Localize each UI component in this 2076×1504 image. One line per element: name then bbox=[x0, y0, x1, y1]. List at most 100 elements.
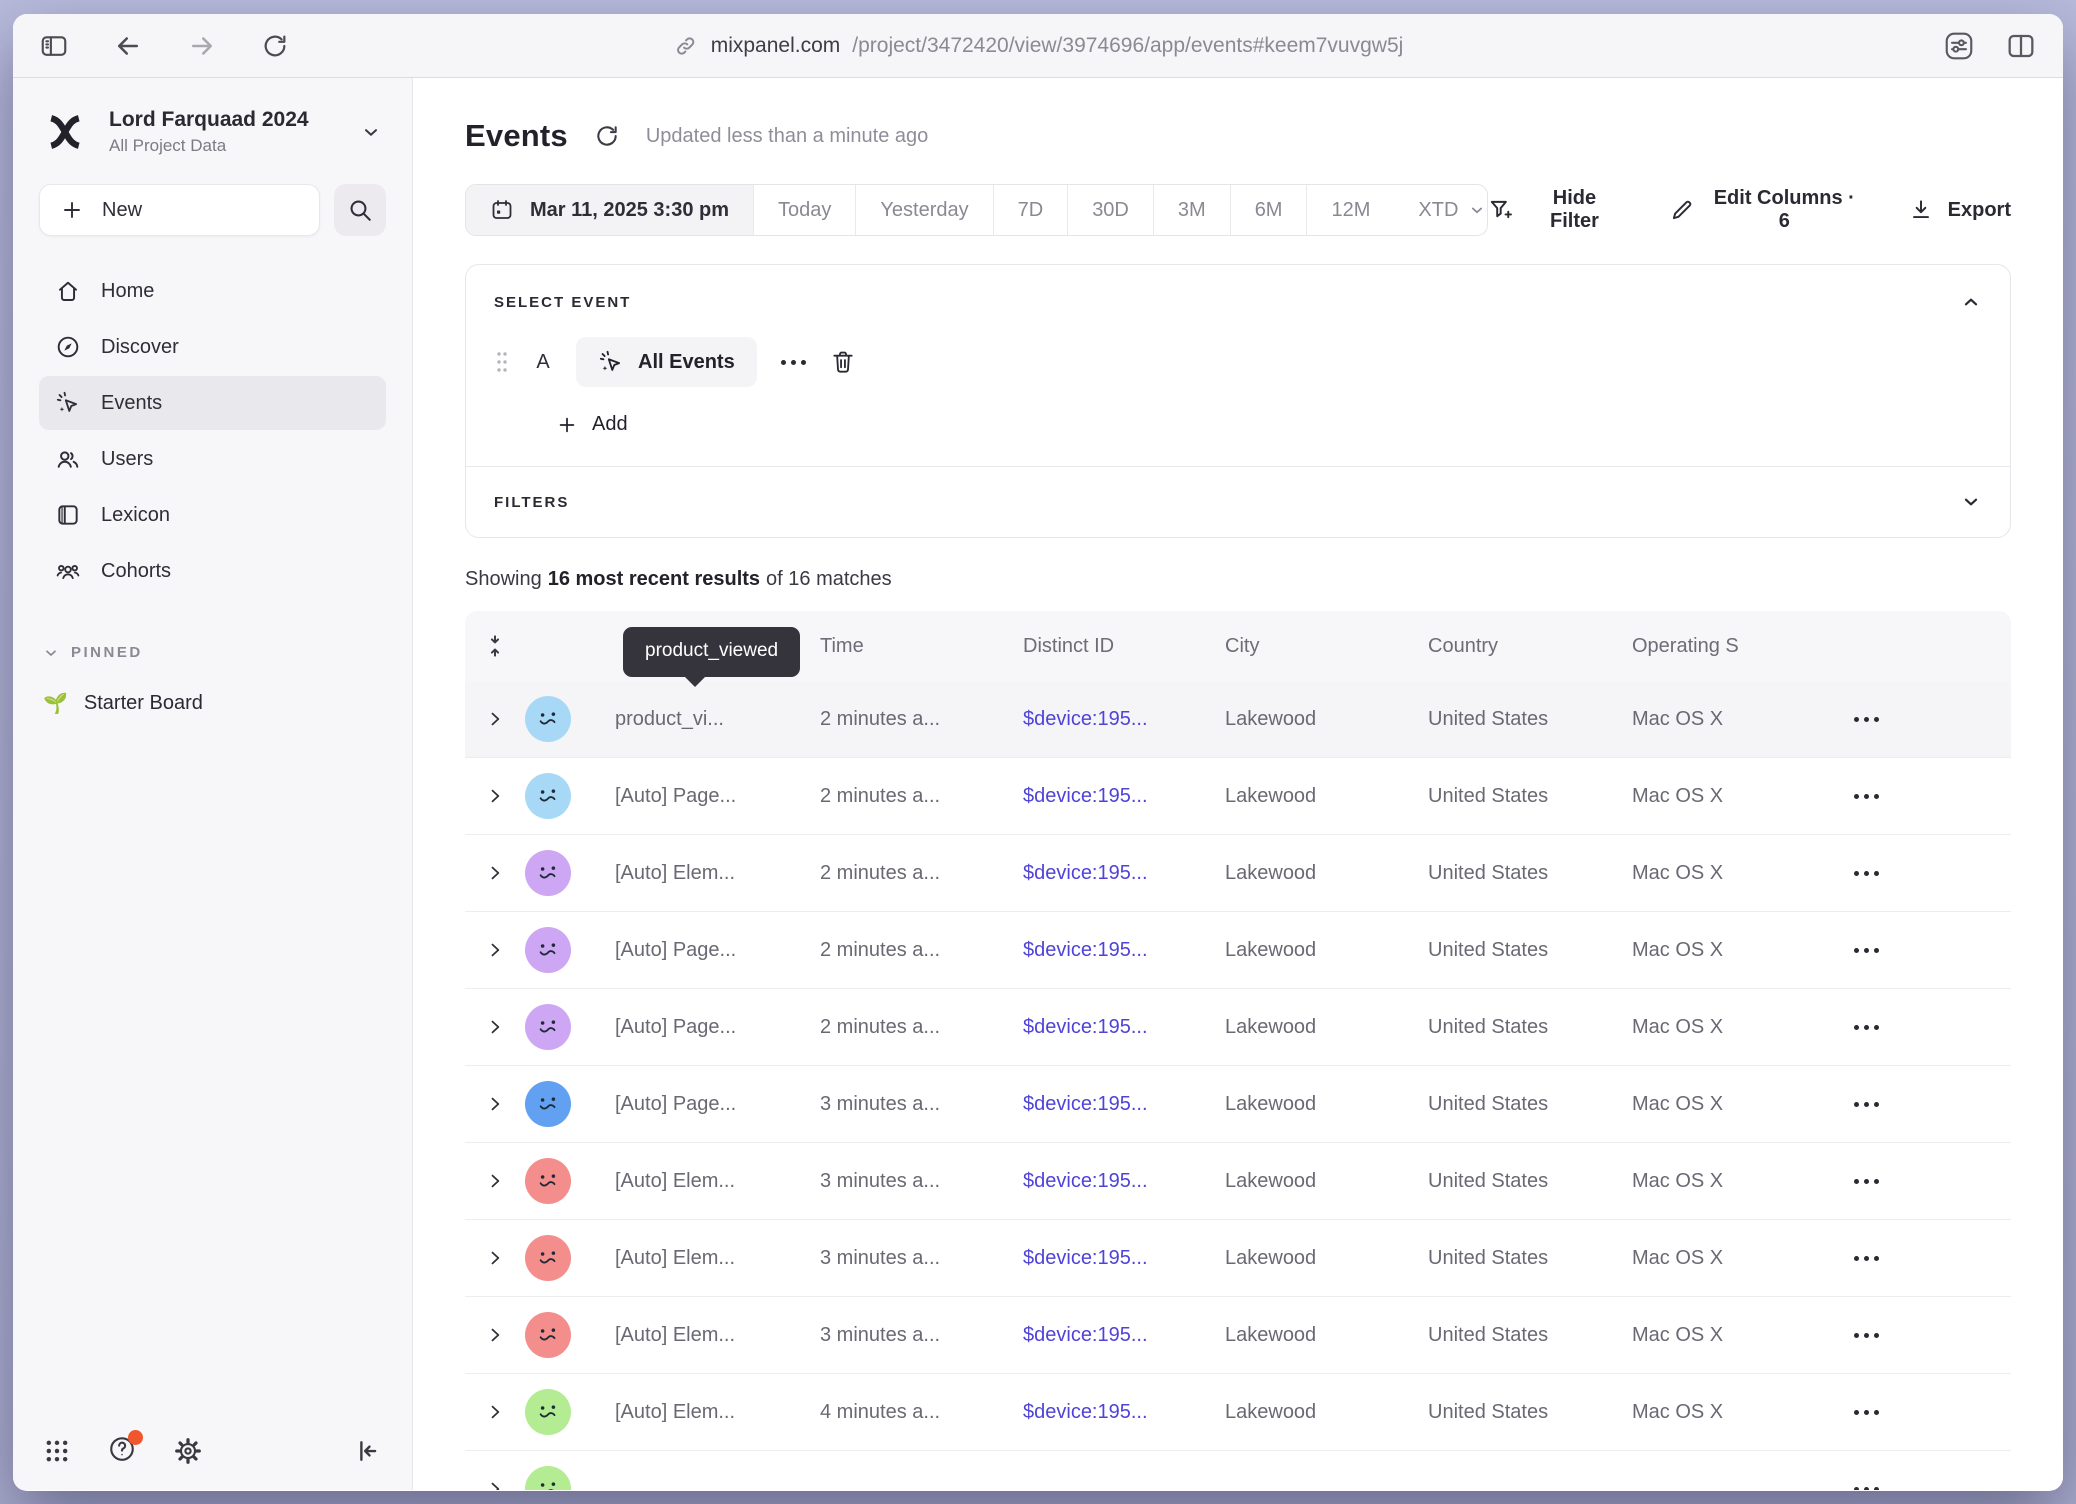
expand-row-chevron-icon[interactable] bbox=[485, 1017, 505, 1037]
cell-event-name[interactable]: [Auto] Elem... bbox=[615, 1247, 820, 1270]
collapse-section-chevron-up-icon[interactable] bbox=[1960, 291, 1982, 313]
browser-forward-icon[interactable] bbox=[187, 31, 217, 61]
row-actions-ellipsis-icon[interactable] bbox=[1854, 1410, 1879, 1415]
sidebar-item-home[interactable]: Home bbox=[39, 264, 386, 318]
column-header-distinct-id[interactable]: Distinct ID bbox=[1023, 635, 1225, 658]
settings-gear-icon[interactable] bbox=[173, 1436, 203, 1466]
event-more-options-icon[interactable] bbox=[781, 360, 806, 365]
table-row[interactable]: [Auto] Elem... 3 minutes a... $device:19… bbox=[465, 1220, 2011, 1297]
expand-row-chevron-icon[interactable] bbox=[485, 1094, 505, 1114]
address-bar[interactable]: mixpanel.com/project/3472420/view/397469… bbox=[673, 33, 1404, 59]
date-range-segment[interactable]: 30D bbox=[1068, 185, 1154, 235]
add-event-button[interactable]: Add bbox=[556, 413, 628, 436]
cell-event-name[interactable]: [Auto] Elem... bbox=[615, 1170, 820, 1193]
apps-grid-icon[interactable] bbox=[43, 1437, 71, 1465]
date-range-segment[interactable]: 7D bbox=[994, 185, 1069, 235]
table-row[interactable]: [Auto] Page... 3 minutes a... $device:19… bbox=[465, 1066, 2011, 1143]
cell-distinct-id[interactable]: $device:195... bbox=[1023, 1324, 1225, 1347]
collapse-all-rows-icon[interactable] bbox=[484, 635, 506, 657]
sidebar-item-lexicon[interactable]: Lexicon bbox=[39, 488, 386, 542]
date-range-segment[interactable]: 6M bbox=[1231, 185, 1308, 235]
cell-distinct-id[interactable]: $device:195... bbox=[1023, 939, 1225, 962]
cell-event-name[interactable]: [Auto] Elem... bbox=[615, 1324, 820, 1347]
drag-handle-icon[interactable] bbox=[494, 349, 510, 375]
table-row[interactable]: [Auto] Elem... 3 minutes a... $device:19… bbox=[465, 1297, 2011, 1374]
date-range-segment[interactable]: 12M bbox=[1307, 185, 1394, 235]
sidebar-item-cohorts[interactable]: Cohorts bbox=[39, 544, 386, 598]
browser-back-icon[interactable] bbox=[113, 31, 143, 61]
column-header-country[interactable]: Country bbox=[1428, 635, 1632, 658]
delete-event-trash-icon[interactable] bbox=[830, 349, 856, 375]
date-range-segment[interactable]: Today bbox=[754, 185, 856, 235]
edit-columns-button[interactable]: Edit Columns · 6 bbox=[1669, 187, 1860, 233]
cell-event-name[interactable]: [Auto] Elem... bbox=[615, 862, 820, 885]
expand-row-chevron-icon[interactable] bbox=[485, 1402, 505, 1422]
new-button[interactable]: New bbox=[39, 184, 320, 236]
table-row[interactable]: [Auto] Page... 2 minutes a... $device:19… bbox=[465, 758, 2011, 835]
row-actions-ellipsis-icon[interactable] bbox=[1854, 1487, 1879, 1491]
expand-filters-chevron-down-icon[interactable] bbox=[1960, 491, 1982, 513]
sidebar-item-discover[interactable]: Discover bbox=[39, 320, 386, 374]
project-switcher[interactable]: Lord Farquaad 2024 All Project Data bbox=[13, 78, 412, 160]
row-actions-ellipsis-icon[interactable] bbox=[1854, 1256, 1879, 1261]
cell-distinct-id[interactable]: $device:195... bbox=[1023, 1170, 1225, 1193]
column-header-city[interactable]: City bbox=[1225, 635, 1428, 658]
table-row[interactable]: [Auto] Page... 2 minutes a... $device:19… bbox=[465, 912, 2011, 989]
cell-distinct-id[interactable]: $device:195... bbox=[1023, 1093, 1225, 1116]
expand-row-chevron-icon[interactable] bbox=[485, 1325, 505, 1345]
expand-row-chevron-icon[interactable] bbox=[485, 709, 505, 729]
pinned-section-header[interactable]: PINNED bbox=[13, 644, 412, 661]
expand-row-chevron-icon[interactable] bbox=[485, 786, 505, 806]
expand-row-chevron-icon[interactable] bbox=[485, 940, 505, 960]
expand-row-chevron-icon[interactable] bbox=[485, 863, 505, 883]
date-range-segment[interactable]: 3M bbox=[1154, 185, 1231, 235]
row-actions-ellipsis-icon[interactable] bbox=[1854, 1025, 1879, 1030]
table-row[interactable]: product_vi... 2 minutes a... $device:195… bbox=[465, 681, 2011, 758]
sidebar-item-events[interactable]: Events bbox=[39, 376, 386, 430]
row-actions-ellipsis-icon[interactable] bbox=[1854, 948, 1879, 953]
browser-reader-settings-icon[interactable] bbox=[1943, 30, 1975, 62]
row-actions-ellipsis-icon[interactable] bbox=[1854, 717, 1879, 722]
cell-event-name[interactable]: [Auto] Elem... bbox=[615, 1401, 820, 1424]
expand-row-chevron-icon[interactable] bbox=[485, 1171, 505, 1191]
row-actions-ellipsis-icon[interactable] bbox=[1854, 1102, 1879, 1107]
all-events-chip[interactable]: All Events bbox=[576, 337, 757, 387]
search-button[interactable] bbox=[334, 184, 386, 236]
cell-event-name[interactable]: product_vi... bbox=[615, 708, 820, 731]
hide-filter-button[interactable]: Hide Filter bbox=[1488, 187, 1621, 233]
cell-distinct-id[interactable]: $device:195... bbox=[1023, 862, 1225, 885]
table-row[interactable] bbox=[465, 1451, 2011, 1490]
table-row[interactable]: [Auto] Elem... 4 minutes a... $device:19… bbox=[465, 1374, 2011, 1451]
row-actions-ellipsis-icon[interactable] bbox=[1854, 1333, 1879, 1338]
cell-distinct-id[interactable]: $device:195... bbox=[1023, 1016, 1225, 1039]
cell-event-name[interactable]: [Auto] Page... bbox=[615, 785, 820, 808]
browser-sidebar-toggle-icon[interactable] bbox=[39, 31, 69, 61]
browser-split-view-icon[interactable] bbox=[2005, 30, 2037, 62]
date-picker-button[interactable]: Mar 11, 2025 3:30 pm bbox=[466, 185, 754, 235]
date-range-segment[interactable]: Yesterday bbox=[856, 185, 993, 235]
cell-distinct-id[interactable]: $device:195... bbox=[1023, 1401, 1225, 1424]
refresh-icon[interactable] bbox=[594, 123, 620, 149]
row-actions-ellipsis-icon[interactable] bbox=[1854, 1179, 1879, 1184]
cell-event-name[interactable]: [Auto] Page... bbox=[615, 939, 820, 962]
expand-row-chevron-icon[interactable] bbox=[485, 1479, 505, 1490]
collapse-sidebar-icon[interactable] bbox=[352, 1436, 382, 1466]
cell-event-name[interactable]: [Auto] Page... bbox=[615, 1093, 820, 1116]
row-actions-ellipsis-icon[interactable] bbox=[1854, 871, 1879, 876]
cell-distinct-id[interactable]: $device:195... bbox=[1023, 785, 1225, 808]
cell-event-name[interactable]: [Auto] Page... bbox=[615, 1016, 820, 1039]
cell-distinct-id[interactable]: $device:195... bbox=[1023, 1247, 1225, 1270]
sidebar-item-users[interactable]: Users bbox=[39, 432, 386, 486]
sidebar-item-starter-board[interactable]: 🌱 Starter Board bbox=[13, 677, 412, 729]
expand-row-chevron-icon[interactable] bbox=[485, 1248, 505, 1268]
table-row[interactable]: [Auto] Elem... 3 minutes a... $device:19… bbox=[465, 1143, 2011, 1220]
column-header-os[interactable]: Operating S bbox=[1632, 635, 1822, 658]
date-range-xtd-dropdown[interactable]: XTD bbox=[1394, 185, 1488, 235]
column-header-time[interactable]: Time bbox=[820, 635, 1023, 658]
table-row[interactable]: [Auto] Page... 2 minutes a... $device:19… bbox=[465, 989, 2011, 1066]
cell-distinct-id[interactable]: $device:195... bbox=[1023, 708, 1225, 731]
row-actions-ellipsis-icon[interactable] bbox=[1854, 794, 1879, 799]
browser-refresh-icon[interactable] bbox=[261, 32, 289, 60]
table-row[interactable]: [Auto] Elem... 2 minutes a... $device:19… bbox=[465, 835, 2011, 912]
export-button[interactable]: Export bbox=[1908, 197, 2011, 223]
